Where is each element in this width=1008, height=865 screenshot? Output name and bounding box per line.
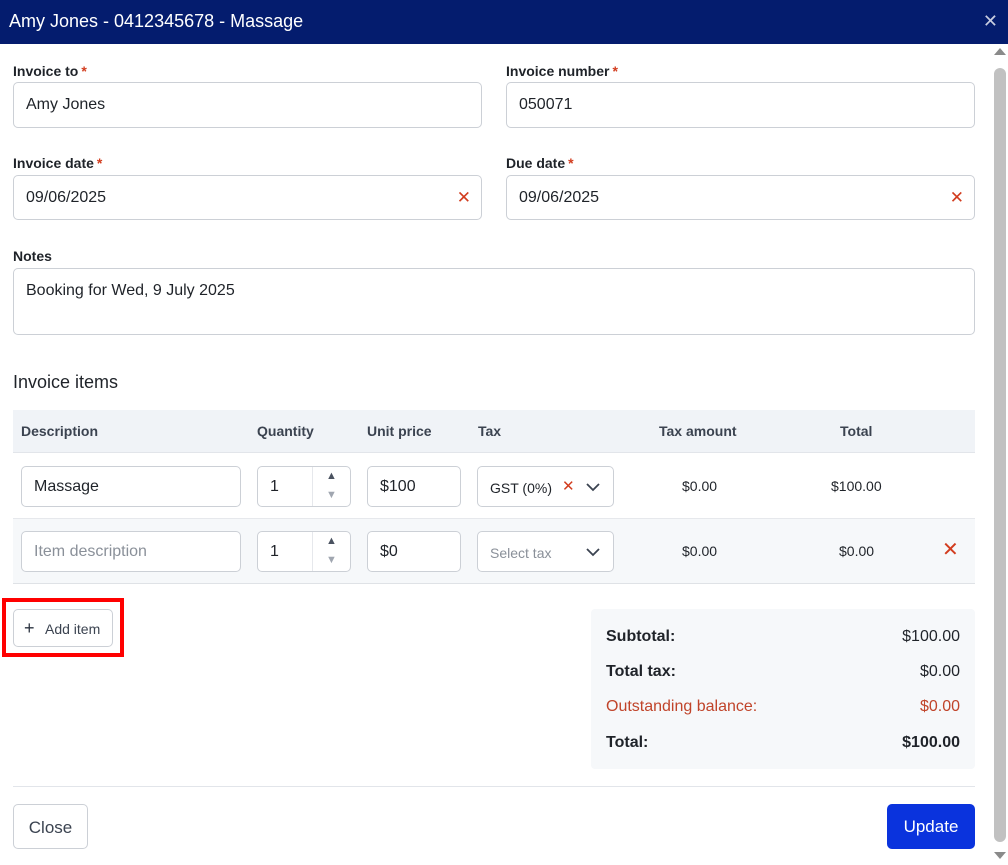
scroll-down-arrow-icon[interactable] bbox=[994, 852, 1006, 859]
column-header-description: Description bbox=[21, 423, 99, 439]
outstanding-balance-label: Outstanding balance: bbox=[606, 698, 758, 715]
invoice-to-label: Invoice to * bbox=[13, 63, 87, 79]
invoice-items-heading: Invoice items bbox=[13, 372, 119, 392]
table-row: Item description 1 ▲ ▼ $0 Select tax $0.… bbox=[13, 519, 975, 584]
required-marker: * bbox=[96, 155, 103, 171]
add-item-button[interactable]: + Add item bbox=[13, 609, 113, 647]
required-marker: * bbox=[568, 155, 574, 171]
item-total: $0.00 bbox=[839, 543, 875, 559]
add-item-label: Add item bbox=[45, 621, 101, 637]
total-tax-value: $0.00 bbox=[919, 663, 960, 680]
item-total: $100.00 bbox=[831, 478, 882, 494]
item-description-input[interactable]: Item description bbox=[21, 531, 241, 572]
dialog-titlebar: Amy Jones - 0412345678 - Massage ✕ bbox=[0, 0, 1008, 44]
chevron-up-icon[interactable]: ▲ bbox=[313, 467, 350, 486]
invoice-number-value: 050071 bbox=[519, 96, 573, 113]
scrollbar-thumb[interactable] bbox=[994, 68, 1006, 842]
subtotal-value: $100.00 bbox=[902, 628, 960, 645]
item-description-value: Massage bbox=[34, 478, 99, 495]
item-quantity-value: 1 bbox=[270, 478, 279, 495]
totals-panel: Subtotal: $100.00 Total tax: $0.00 Outst… bbox=[591, 609, 975, 769]
required-marker: * bbox=[81, 63, 87, 79]
plus-icon: + bbox=[24, 618, 35, 638]
invoice-date-label-text: Invoice date bbox=[13, 155, 94, 171]
item-tax-select[interactable]: GST (0%) ✕ bbox=[477, 466, 614, 507]
chevron-down-icon[interactable] bbox=[585, 479, 601, 495]
total-value: $100.00 bbox=[902, 734, 960, 751]
footer-divider bbox=[13, 786, 975, 787]
invoice-date-label: Invoice date * bbox=[13, 155, 102, 171]
invoice-date-value: 09/06/2025 bbox=[26, 189, 107, 206]
invoice-date-field[interactable]: 09/06/2025 ✕ bbox=[13, 175, 482, 220]
required-marker: * bbox=[612, 63, 618, 79]
total-label: Total: bbox=[606, 734, 649, 751]
item-tax-value: GST (0%) bbox=[490, 480, 552, 496]
invoice-to-value: Amy Jones bbox=[26, 96, 106, 113]
invoice-to-label-text: Invoice to bbox=[13, 63, 79, 79]
column-header-total: Total bbox=[840, 423, 873, 439]
item-quantity-stepper[interactable]: 1 ▲ ▼ bbox=[257, 531, 351, 572]
item-tax-amount: $0.00 bbox=[682, 543, 718, 559]
chevron-down-icon[interactable]: ▼ bbox=[313, 551, 350, 570]
item-description-input[interactable]: Massage bbox=[21, 466, 241, 507]
close-button[interactable]: Close bbox=[13, 804, 88, 849]
vertical-scrollbar[interactable] bbox=[992, 44, 1008, 865]
update-button-label: Update bbox=[903, 817, 959, 836]
invoice-number-label-text: Invoice number bbox=[506, 63, 610, 79]
scroll-up-arrow-icon[interactable] bbox=[994, 48, 1006, 55]
column-header-quantity: Quantity bbox=[257, 423, 314, 439]
items-table-header: Description Quantity Unit price Tax Tax … bbox=[13, 410, 975, 453]
subtotal-label: Subtotal: bbox=[606, 628, 676, 645]
close-button-label: Close bbox=[28, 818, 73, 837]
due-date-field[interactable]: 09/06/2025 ✕ bbox=[506, 175, 975, 220]
chevron-down-icon[interactable]: ▼ bbox=[313, 486, 350, 505]
remove-item-icon[interactable]: ✕ bbox=[942, 540, 959, 560]
item-unit-price-input[interactable]: $0 bbox=[367, 531, 461, 572]
update-button[interactable]: Update bbox=[887, 804, 975, 849]
item-tax-placeholder: Select tax bbox=[490, 545, 552, 561]
chevron-down-icon[interactable] bbox=[585, 544, 601, 560]
due-date-label-text: Due date bbox=[506, 155, 566, 171]
item-unit-price-input[interactable]: $100 bbox=[367, 466, 461, 507]
invoice-number-field[interactable]: 050071 bbox=[506, 82, 975, 128]
chevron-up-icon[interactable]: ▲ bbox=[313, 532, 350, 551]
invoice-number-label: Invoice number * bbox=[506, 63, 618, 79]
item-unit-price-value: $0 bbox=[380, 543, 398, 560]
outstanding-balance-value: $0.00 bbox=[919, 698, 960, 715]
due-date-value: 09/06/2025 bbox=[519, 189, 600, 206]
item-unit-price-value: $100 bbox=[380, 478, 416, 495]
notes-textarea[interactable]: Booking for Wed, 9 July 2025 bbox=[13, 268, 975, 335]
column-header-unit-price: Unit price bbox=[367, 423, 432, 439]
column-header-tax: Tax bbox=[478, 423, 502, 439]
total-tax-label: Total tax: bbox=[606, 663, 676, 680]
clear-invoice-date-icon[interactable]: ✕ bbox=[457, 189, 471, 207]
clear-tax-icon[interactable]: ✕ bbox=[562, 478, 575, 496]
dialog-title: Amy Jones - 0412345678 - Massage bbox=[9, 11, 304, 31]
table-row: Massage 1 ▲ ▼ $100 GST (0%) ✕ $0.00 $100… bbox=[13, 454, 975, 519]
item-tax-select[interactable]: Select tax bbox=[477, 531, 614, 572]
invoice-to-field[interactable]: Amy Jones bbox=[13, 82, 482, 128]
item-tax-amount: $0.00 bbox=[682, 478, 718, 494]
due-date-label: Due date * bbox=[506, 155, 574, 171]
close-icon[interactable]: ✕ bbox=[983, 11, 998, 31]
notes-label: Notes bbox=[13, 248, 52, 264]
quantity-stepper-controls: ▲ ▼ bbox=[312, 532, 350, 571]
notes-value: Booking for Wed, 9 July 2025 bbox=[26, 282, 235, 299]
quantity-stepper-controls: ▲ ▼ bbox=[312, 467, 350, 506]
item-quantity-value: 1 bbox=[270, 543, 279, 560]
item-description-placeholder: Item description bbox=[34, 543, 147, 560]
item-quantity-stepper[interactable]: 1 ▲ ▼ bbox=[257, 466, 351, 507]
column-header-tax-amount: Tax amount bbox=[659, 423, 737, 439]
clear-due-date-icon[interactable]: ✕ bbox=[950, 189, 964, 207]
